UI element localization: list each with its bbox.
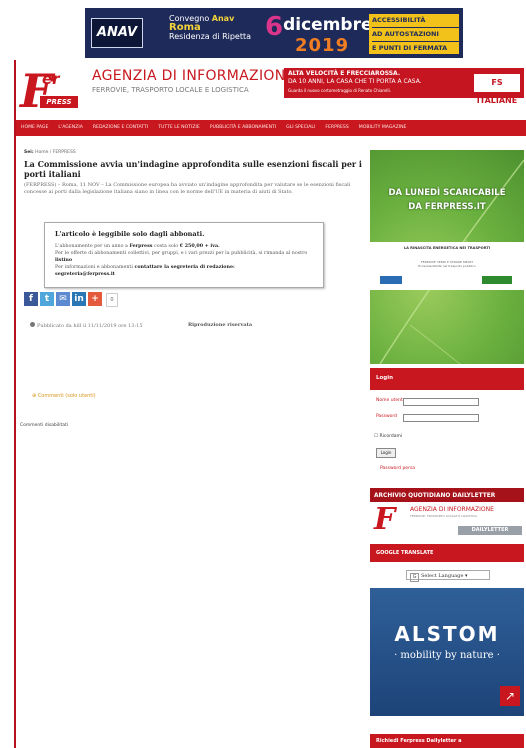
breadcrumb-link[interactable]: Home / FERPRESS — [35, 150, 76, 155]
google-g-icon: G — [410, 573, 419, 582]
twitter-icon[interactable]: t — [40, 292, 54, 306]
nav-item-redazione[interactable]: REDAZIONE E CONTATTI — [88, 120, 153, 136]
language-select[interactable]: G Select Language ▾ — [406, 570, 490, 582]
alstom-logo: ALSTOM — [394, 622, 500, 646]
dailyletter-archive-banner[interactable]: F AGENZIA DI INFORMAZIONE FERROVIE, TRAS… — [370, 502, 524, 538]
listino-link[interactable]: listino — [55, 257, 72, 263]
facebook-icon[interactable]: f — [24, 292, 38, 306]
sponsor-logo-left — [380, 276, 402, 284]
anav-logo: ANAV — [91, 18, 143, 48]
nav-item-mobility[interactable]: MOBILITY MAGAZINE — [354, 120, 412, 136]
breadcrumb: Sei: Home / FERPRESS — [24, 150, 76, 155]
nav-item-notizie[interactable]: TUTTE LE NOTIZIE — [153, 120, 205, 136]
login-button[interactable]: Login — [376, 448, 396, 458]
article-lead: (FERPRESS) – Roma, 11 NOV – La Commissio… — [24, 182, 351, 195]
nav-item-agenzia[interactable]: L'AGENZIA — [53, 120, 87, 136]
archive-heading: ARCHIVIO QUOTIDIANO DAILYLETTER — [370, 488, 524, 502]
share-plus-icon[interactable]: + — [88, 292, 102, 306]
linkedin-icon[interactable]: in — [72, 292, 86, 306]
article-meta: Pubblicato da hill il 11/11/2019 ore 13:… — [30, 322, 143, 329]
ferpress-logo[interactable]: F er PRESS — [18, 66, 84, 116]
email-icon[interactable]: ✉ — [56, 292, 70, 306]
paywall-heading: L'articolo è leggibile solo dagli abbona… — [55, 230, 205, 238]
sponsor-logo-right — [482, 276, 512, 284]
main-nav: HOME PAGE L'AGENZIA REDAZIONE E CONTATTI… — [16, 120, 526, 136]
translate-heading: GOOGLE TRANSLATE — [370, 544, 524, 562]
convegno-text: Convegno Anav Roma Residenza di Ripetta — [169, 14, 252, 41]
reproduction-notice: Riproduzione riservata — [188, 322, 253, 328]
password-label: Password — [376, 414, 398, 419]
user-icon — [30, 322, 35, 327]
comments-disabled-text: Commenti disabilitati — [20, 423, 69, 428]
ad-headline: DA LUNEDÌ SCARICABILE DA FERPRESS.IT — [388, 188, 506, 212]
ad-strip: LA RINASCITA ENERGETICA NEI TRASPORTI FE… — [370, 242, 524, 290]
ad-corner-arrow-icon: ↗ — [500, 686, 520, 706]
article-title: La Commissione avvia un'indagine approfo… — [24, 159, 362, 179]
password-field[interactable] — [403, 414, 479, 422]
username-label: Nome utente — [376, 398, 406, 403]
dailyletter-ad[interactable]: DA LUNEDÌ SCARICABILE DA FERPRESS.IT LA R… — [370, 150, 524, 364]
fs-ad-banner[interactable]: ALTA VELOCITÀ E FRECCIAROSSA. DA 10 ANNI… — [284, 68, 524, 105]
remember-me[interactable]: ☐ Ricordami — [374, 434, 402, 439]
alstom-tagline: · mobility by nature · — [394, 650, 500, 661]
fs-logo: FS ITALIANE — [474, 74, 520, 105]
nav-item-pubblicita[interactable]: PUBBLICITÀ E ABBONAMENTI — [205, 120, 281, 136]
event-year: 2019 — [295, 35, 350, 56]
login-form: Nome utente Password ☐ Ricordami Login P… — [370, 390, 524, 486]
dailyletter-button[interactable]: DAILYLETTER — [458, 526, 522, 535]
comments-toggle[interactable]: ⊕ Commenti (solo utenti) — [32, 393, 96, 399]
nav-item-speciali[interactable]: GLI SPECIALI — [281, 120, 320, 136]
translate-widget: G Select Language ▾ — [370, 562, 524, 586]
paywall-text: L'abbonamento per un anno a Ferpress cos… — [55, 243, 308, 277]
agency-subtitle: FERROVIE, TRASPORTO LOCALE E LOGISTICA — [92, 86, 249, 94]
top-event-banner[interactable]: ANAV Convegno Anav Roma Residenza di Rip… — [85, 8, 463, 58]
alstom-ad[interactable]: ALSTOM · mobility by nature · ↗ — [370, 588, 524, 716]
nav-item-ferpress[interactable]: FERPRESS — [320, 120, 353, 136]
event-topic: ACCESSIBILITÀ AD AUTOSTAZIONI E PUNTI DI… — [369, 14, 459, 54]
dailyletter-request-heading: Richiedi Ferpress Dailyletter a — [370, 734, 524, 748]
forgot-password-link[interactable]: Password persa — [380, 466, 415, 471]
nav-item-home[interactable]: HOME PAGE — [16, 120, 53, 136]
email-link[interactable]: segreteria@ferpress.it — [55, 271, 115, 277]
login-heading: Login — [370, 368, 524, 390]
share-count: 0 — [106, 293, 118, 307]
agency-title: AGENZIA DI INFORMAZIONE — [92, 68, 295, 84]
paywall-box: L'articolo è leggibile solo dagli abbona… — [44, 222, 324, 288]
username-field[interactable] — [403, 398, 479, 406]
